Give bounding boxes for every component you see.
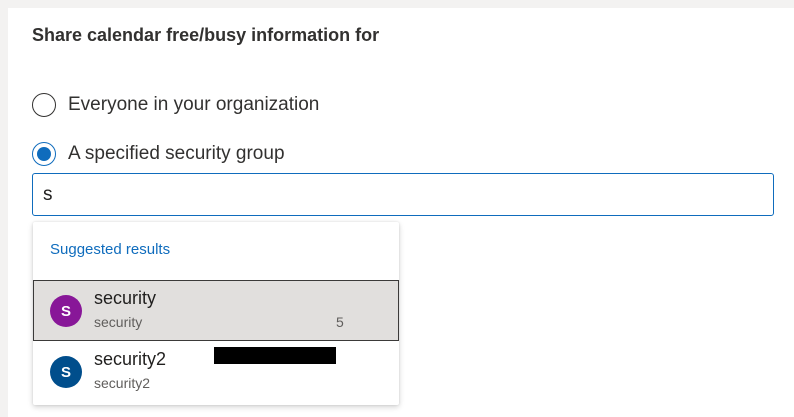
radio-option-everyone[interactable]: Everyone in your organization: [32, 91, 319, 119]
suggestion-sub-suffix: 5: [336, 314, 344, 330]
suggestion-name: security2: [94, 349, 167, 369]
radio-checked-icon[interactable]: [32, 142, 56, 166]
avatar: S: [50, 295, 82, 327]
security-group-search-input[interactable]: [32, 173, 774, 216]
top-band: [0, 0, 794, 8]
radio-label-everyone: Everyone in your organization: [68, 94, 320, 115]
suggestion-item-security2[interactable]: S security2 security2: [33, 341, 399, 402]
suggestion-sub-visible: security: [94, 314, 143, 330]
avatar: S: [50, 356, 82, 388]
suggested-results-popup: Suggested results S security security 5 S…: [33, 222, 399, 405]
suggestion-name: security: [94, 288, 157, 308]
section-title: Share calendar free/busy information for: [32, 25, 380, 45]
left-band: [0, 0, 8, 417]
suggestion-item-security[interactable]: S security security 5: [33, 280, 399, 364]
radio-option-security-group[interactable]: A specified security group: [32, 140, 285, 168]
suggestion-sub: security 5: [94, 314, 344, 364]
suggested-results-header: Suggested results: [50, 241, 171, 258]
radio-unchecked-icon[interactable]: [32, 93, 56, 117]
suggestion-sub: security2: [94, 375, 151, 391]
radio-label-security-group: A specified security group: [68, 143, 285, 164]
